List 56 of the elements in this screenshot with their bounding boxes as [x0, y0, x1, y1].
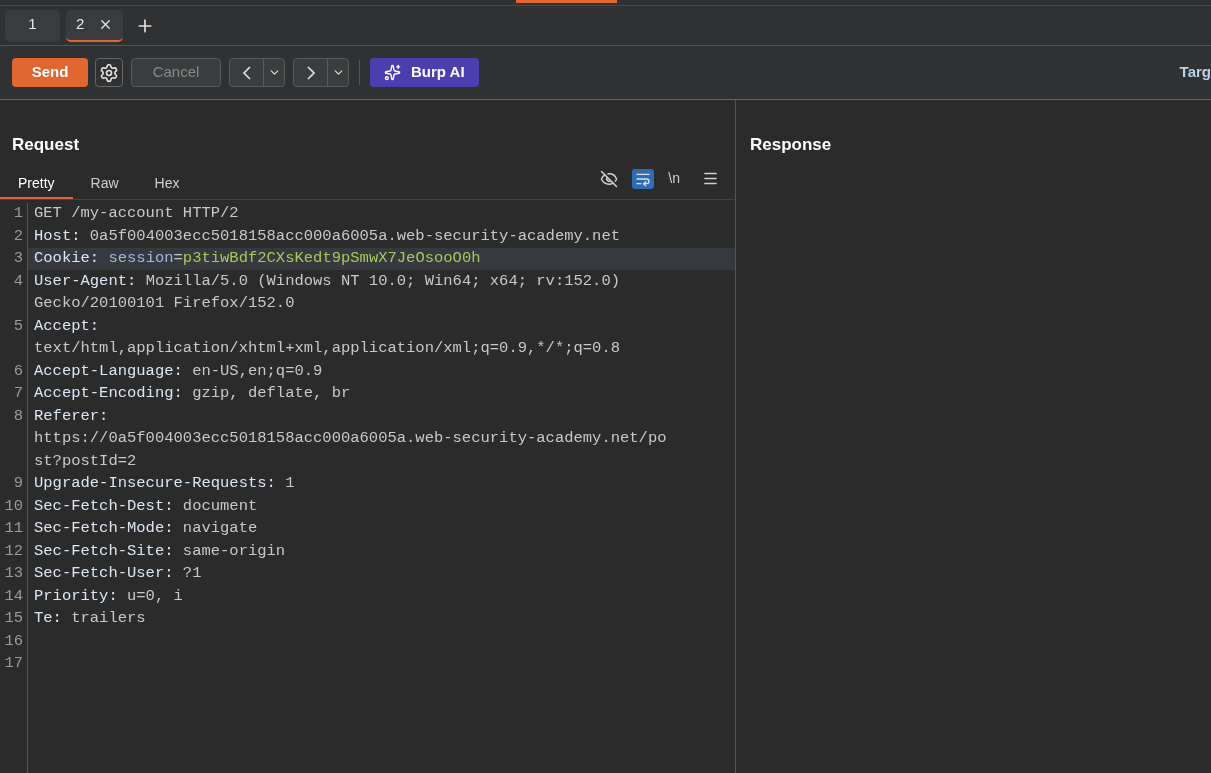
history-button[interactable]: [229, 58, 285, 87]
code-text: Sec-Fetch-Dest: document: [34, 495, 258, 517]
menu-icon[interactable]: [702, 170, 719, 187]
line-number: 2: [13, 225, 23, 247]
panel-title: Request: [12, 135, 80, 154]
hide-icon[interactable]: [600, 169, 619, 188]
line-number: 3: [13, 248, 23, 270]
line-number: 13: [4, 563, 23, 585]
code-text: Upgrade-Insecure-Requests: 1: [34, 473, 295, 495]
sparkle-icon: [384, 64, 401, 81]
code-text: Host: 0a5f004003ecc5018158acc000a6005a.web-security-academy.net: [34, 225, 620, 247]
forward-icon: [306, 65, 315, 80]
settings-button[interactable]: [95, 58, 123, 87]
line-number: 4: [13, 270, 23, 292]
ai-button[interactable]: Burp AI: [370, 58, 479, 87]
back-icon: [242, 65, 251, 80]
code-text: Cookie: session=p3tiwBdf2CXsKedt9pSmwX7JeOsooO0h: [34, 248, 481, 270]
code-text: User-Agent: Mozilla/5.0 (Windows NT 10.0; Win64; x64; rv:152.0): [34, 270, 620, 292]
line-number: 10: [4, 495, 23, 517]
code-text: https://0a5f004003ecc5018158acc000a6005a.web-security-academy.net/po: [34, 428, 667, 450]
code-text: Sec-Fetch-User: ?1: [34, 563, 202, 585]
code-text: GET /my-account HTTP/2: [34, 203, 239, 225]
view-tab[interactable]: Raw: [72, 170, 137, 199]
code-text: Priority: u=0, i: [34, 585, 183, 607]
code-text: Accept-Encoding: gzip, deflate, br: [34, 383, 351, 405]
line-number: 6: [13, 360, 23, 382]
code-text: Te: trailers: [34, 608, 146, 630]
line-number: 11: [4, 518, 23, 540]
code-text: Gecko/20100101 Firefox/152.0: [34, 293, 295, 315]
line-number: 7: [13, 383, 23, 405]
view-tab[interactable]: Hex: [136, 170, 198, 199]
history-button[interactable]: [293, 58, 349, 87]
line-number: 17: [4, 653, 23, 675]
line-number: 8: [13, 405, 23, 427]
request-tab[interactable]: 1: [5, 9, 60, 42]
code-text: Accept:: [34, 315, 100, 337]
code-text: Sec-Fetch-Mode: navigate: [34, 518, 258, 540]
code-text: st?postId=2: [34, 450, 137, 472]
code-text: Sec-Fetch-Site: same-origin: [34, 540, 286, 562]
code-text: Accept-Language: en-US,en;q=0.9: [34, 360, 323, 382]
view-tab[interactable]: Pretty: [0, 170, 73, 199]
code-text: Referer:: [34, 405, 109, 427]
wrap-toggle[interactable]: [632, 168, 655, 189]
code-text: text/html,application/xhtml+xml,application/xml;q=0.9,*/*;q=0.8: [34, 338, 620, 360]
line-number: 14: [4, 585, 23, 607]
request-tab[interactable]: 2: [66, 9, 124, 42]
line-number: 16: [4, 630, 23, 652]
panel-title: Response: [750, 135, 832, 154]
line-number: 9: [13, 473, 23, 495]
line-number: 15: [4, 608, 23, 630]
settings-icon: [99, 62, 119, 83]
newline-toggle[interactable]: \n: [668, 168, 680, 189]
target-label: Targ: [1179, 62, 1211, 83]
line-number: 12: [4, 540, 23, 562]
line-number: 5: [13, 315, 23, 337]
line-number: 1: [13, 203, 23, 225]
